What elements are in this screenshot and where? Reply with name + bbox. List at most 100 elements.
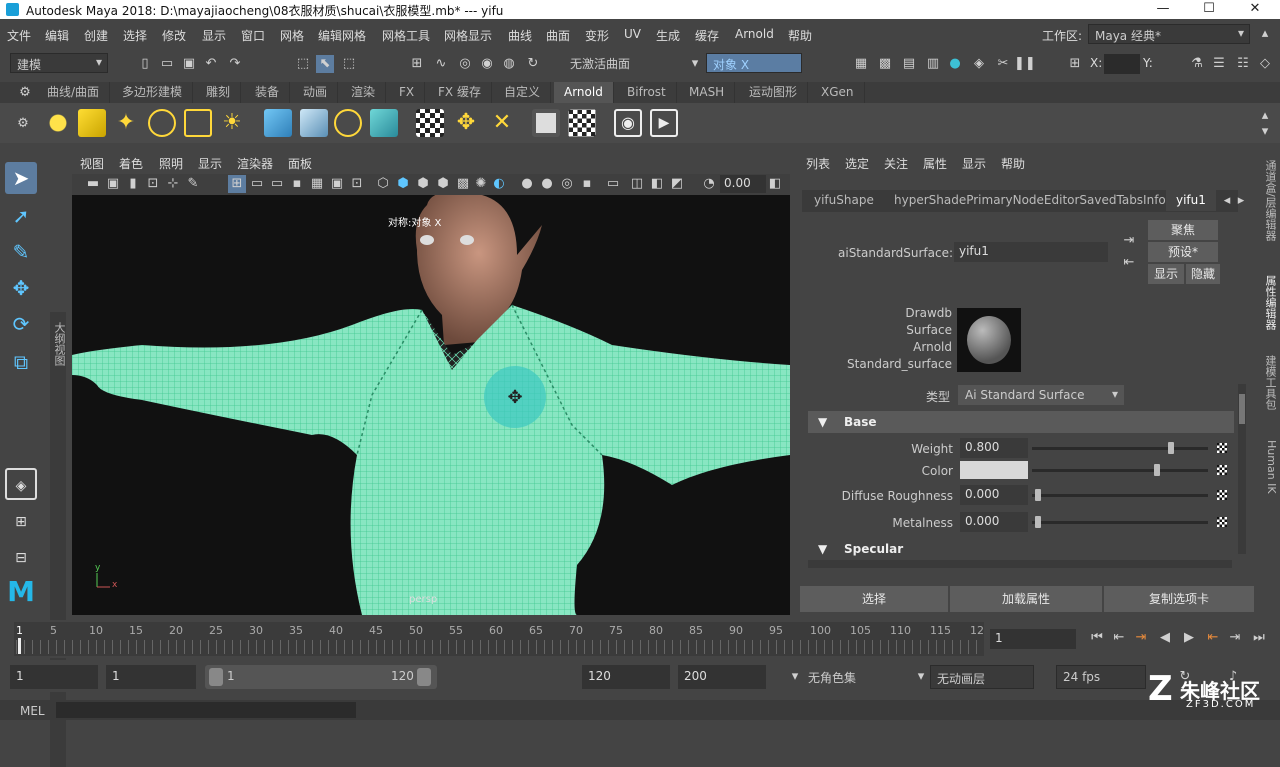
shelf-tab-curves[interactable]: 曲线/曲面 xyxy=(37,82,111,103)
right-tab-human-ik[interactable]: Human IK xyxy=(1258,440,1278,494)
show-button[interactable]: 显示 xyxy=(1148,264,1184,284)
attr-color-slider[interactable] xyxy=(1032,469,1208,472)
shelf-tab-custom[interactable]: 自定义 xyxy=(494,82,552,103)
attr-weight-map-icon[interactable] xyxy=(1217,443,1227,453)
right-tab-modeling-toolkit[interactable]: 建模工具包 xyxy=(1258,355,1278,410)
rotate-tool-icon[interactable]: ⟳ xyxy=(5,308,37,340)
command-input[interactable] xyxy=(56,702,356,718)
wireframe-on-shaded-icon[interactable]: ⬢ xyxy=(434,175,452,193)
dof-icon[interactable]: ▪ xyxy=(578,175,596,193)
ae-menu-show[interactable]: 显示 xyxy=(962,155,986,172)
new-scene-icon[interactable]: ▯ xyxy=(136,55,154,73)
focus-button[interactable]: 聚焦 xyxy=(1148,220,1218,240)
snap-grid-icon[interactable]: ⊞ xyxy=(408,55,426,73)
single-view-icon[interactable]: ◈ xyxy=(5,468,37,500)
menu-mesh-display[interactable]: 网格显示 xyxy=(444,27,492,44)
play-render-icon[interactable]: ▶ xyxy=(650,109,678,137)
ae-scrollbar[interactable] xyxy=(1238,384,1246,554)
gamma-icon[interactable]: ◧ xyxy=(766,175,784,193)
shadows-icon[interactable]: ◐ xyxy=(490,175,508,193)
vp-menu-view[interactable]: 视图 xyxy=(80,155,104,172)
go-to-end-icon[interactable]: ⏭ xyxy=(1250,629,1268,647)
textured-icon[interactable]: ▩ xyxy=(454,175,472,193)
copy-tab-button[interactable]: 复制选项卡 xyxy=(1104,586,1254,612)
render-view-shelf-icon[interactable] xyxy=(532,109,560,137)
photometric-light-icon[interactable]: ✦ xyxy=(112,109,140,137)
delete-cache-icon[interactable]: ✕ xyxy=(488,109,516,137)
menu-edit-mesh[interactable]: 编辑网格 xyxy=(318,27,366,44)
snap-curve-icon[interactable]: ∿ xyxy=(432,55,450,73)
chevron-down-icon[interactable]: ▾ xyxy=(786,668,804,686)
fps-dropdown[interactable]: 24 fps xyxy=(1056,665,1146,689)
step-back-key-icon[interactable]: ⇤ xyxy=(1110,629,1128,647)
smooth-shade-icon[interactable]: ⬢ xyxy=(394,175,412,193)
right-tab-attribute-editor[interactable]: 属性编辑器 xyxy=(1258,275,1278,330)
field-chart-icon[interactable]: ▦ xyxy=(308,175,326,193)
menu-surfaces[interactable]: 曲面 xyxy=(546,27,570,44)
output-connection-icon[interactable]: ⇤ xyxy=(1120,254,1138,272)
anim-layer-dropdown[interactable]: 无动画层 xyxy=(930,665,1034,689)
layout-icon[interactable]: ☰ xyxy=(1210,55,1228,73)
select-button[interactable]: 选择 xyxy=(800,586,948,612)
chevron-down-icon[interactable]: ▾ xyxy=(686,55,704,73)
skydome-light-icon[interactable] xyxy=(148,109,176,137)
xray-icon[interactable]: ◫ xyxy=(628,175,646,193)
panel-toggle-icon[interactable]: ▴ xyxy=(1256,25,1274,43)
exposure-icon[interactable]: ◔ xyxy=(700,175,718,193)
ae-menu-help[interactable]: 帮助 xyxy=(1001,155,1025,172)
select-tool-icon[interactable]: ➤ xyxy=(5,162,37,194)
open-scene-icon[interactable]: ▭ xyxy=(158,55,176,73)
attr-color-swatch[interactable] xyxy=(960,461,1028,479)
attr-color-map-icon[interactable] xyxy=(1217,465,1227,475)
ae-tab-yifushape[interactable]: yifuShape xyxy=(804,190,884,211)
material-swatch[interactable] xyxy=(957,308,1021,372)
history-icon[interactable]: ↻ xyxy=(524,55,542,73)
export-standin-icon[interactable] xyxy=(300,109,328,137)
attr-metalness-map-icon[interactable] xyxy=(1217,517,1227,527)
outliner-side-tab[interactable]: 大纲视图 xyxy=(50,312,66,767)
render-settings-icon[interactable]: ▥ xyxy=(924,55,942,73)
default-material-icon[interactable]: ⬢ xyxy=(414,175,432,193)
select-hierarchy-icon[interactable]: ⬚ xyxy=(294,55,312,73)
input-connection-icon[interactable]: ⇥ xyxy=(1120,232,1138,250)
hypershade-icon[interactable]: ● xyxy=(946,55,964,73)
shelf-tab-poly[interactable]: 多边形建模 xyxy=(112,82,194,103)
camera-icon[interactable]: ▬ xyxy=(84,175,102,193)
close-button[interactable]: ✕ xyxy=(1232,0,1278,19)
menu-uv[interactable]: UV xyxy=(624,27,641,41)
shelf-tab-mash[interactable]: MASH xyxy=(679,82,736,103)
exposure-input[interactable]: 0.00 xyxy=(720,175,766,193)
shelf-settings-icon[interactable]: ⚙ xyxy=(14,115,32,133)
snap-surface-icon[interactable]: ◍ xyxy=(500,55,518,73)
lighting-icon[interactable]: ✺ xyxy=(472,175,490,193)
ao-icon[interactable]: ● xyxy=(518,175,536,193)
curve-collector-icon[interactable] xyxy=(370,109,398,137)
range-slider[interactable]: 1 120 xyxy=(205,665,437,689)
current-time-indicator[interactable] xyxy=(18,638,21,654)
render-setup-icon[interactable]: ◈ xyxy=(970,55,988,73)
perspective-viewport[interactable]: ✥ 对称:对象 X persp y x xyxy=(72,195,790,615)
layers-icon[interactable]: ◇ xyxy=(1256,55,1274,73)
play-forwards-icon[interactable]: ▶ xyxy=(1180,629,1198,647)
camera-attr-icon[interactable]: ▣ xyxy=(104,175,122,193)
attr-diffuse-roughness-knob[interactable] xyxy=(1035,489,1041,501)
ae-h-scrollbar[interactable] xyxy=(808,560,1232,568)
node-name-input[interactable]: yifu1 xyxy=(954,242,1108,262)
attr-weight-slider[interactable] xyxy=(1032,447,1208,450)
menu-mesh-tools[interactable]: 网格工具 xyxy=(382,27,430,44)
tab-next-icon[interactable]: ▸ xyxy=(1232,192,1250,210)
chevron-down-icon[interactable]: ▾ xyxy=(912,668,930,686)
ae-menu-focus[interactable]: 关注 xyxy=(884,155,908,172)
wireframe-icon[interactable]: ⬡ xyxy=(374,175,392,193)
playback-end-input[interactable]: 120 xyxy=(582,665,670,689)
character-set-dropdown[interactable]: 无角色集 xyxy=(804,665,904,689)
attr-metalness-slider[interactable] xyxy=(1032,521,1208,524)
arnold-render-icon[interactable]: ✂ xyxy=(994,55,1012,73)
shelf-tab-fx-cache[interactable]: FX 缓存 xyxy=(428,82,492,103)
shelf-tab-rigging[interactable]: 装备 xyxy=(245,82,291,103)
right-tab-channel-box[interactable]: 通道盒/层编辑器 xyxy=(1258,160,1278,241)
four-view-icon[interactable]: ⊞ xyxy=(5,506,37,538)
attr-color-knob[interactable] xyxy=(1154,464,1160,476)
image-plane-icon[interactable]: ⊡ xyxy=(144,175,162,193)
pause-icon[interactable]: ❚❚ xyxy=(1014,55,1036,73)
